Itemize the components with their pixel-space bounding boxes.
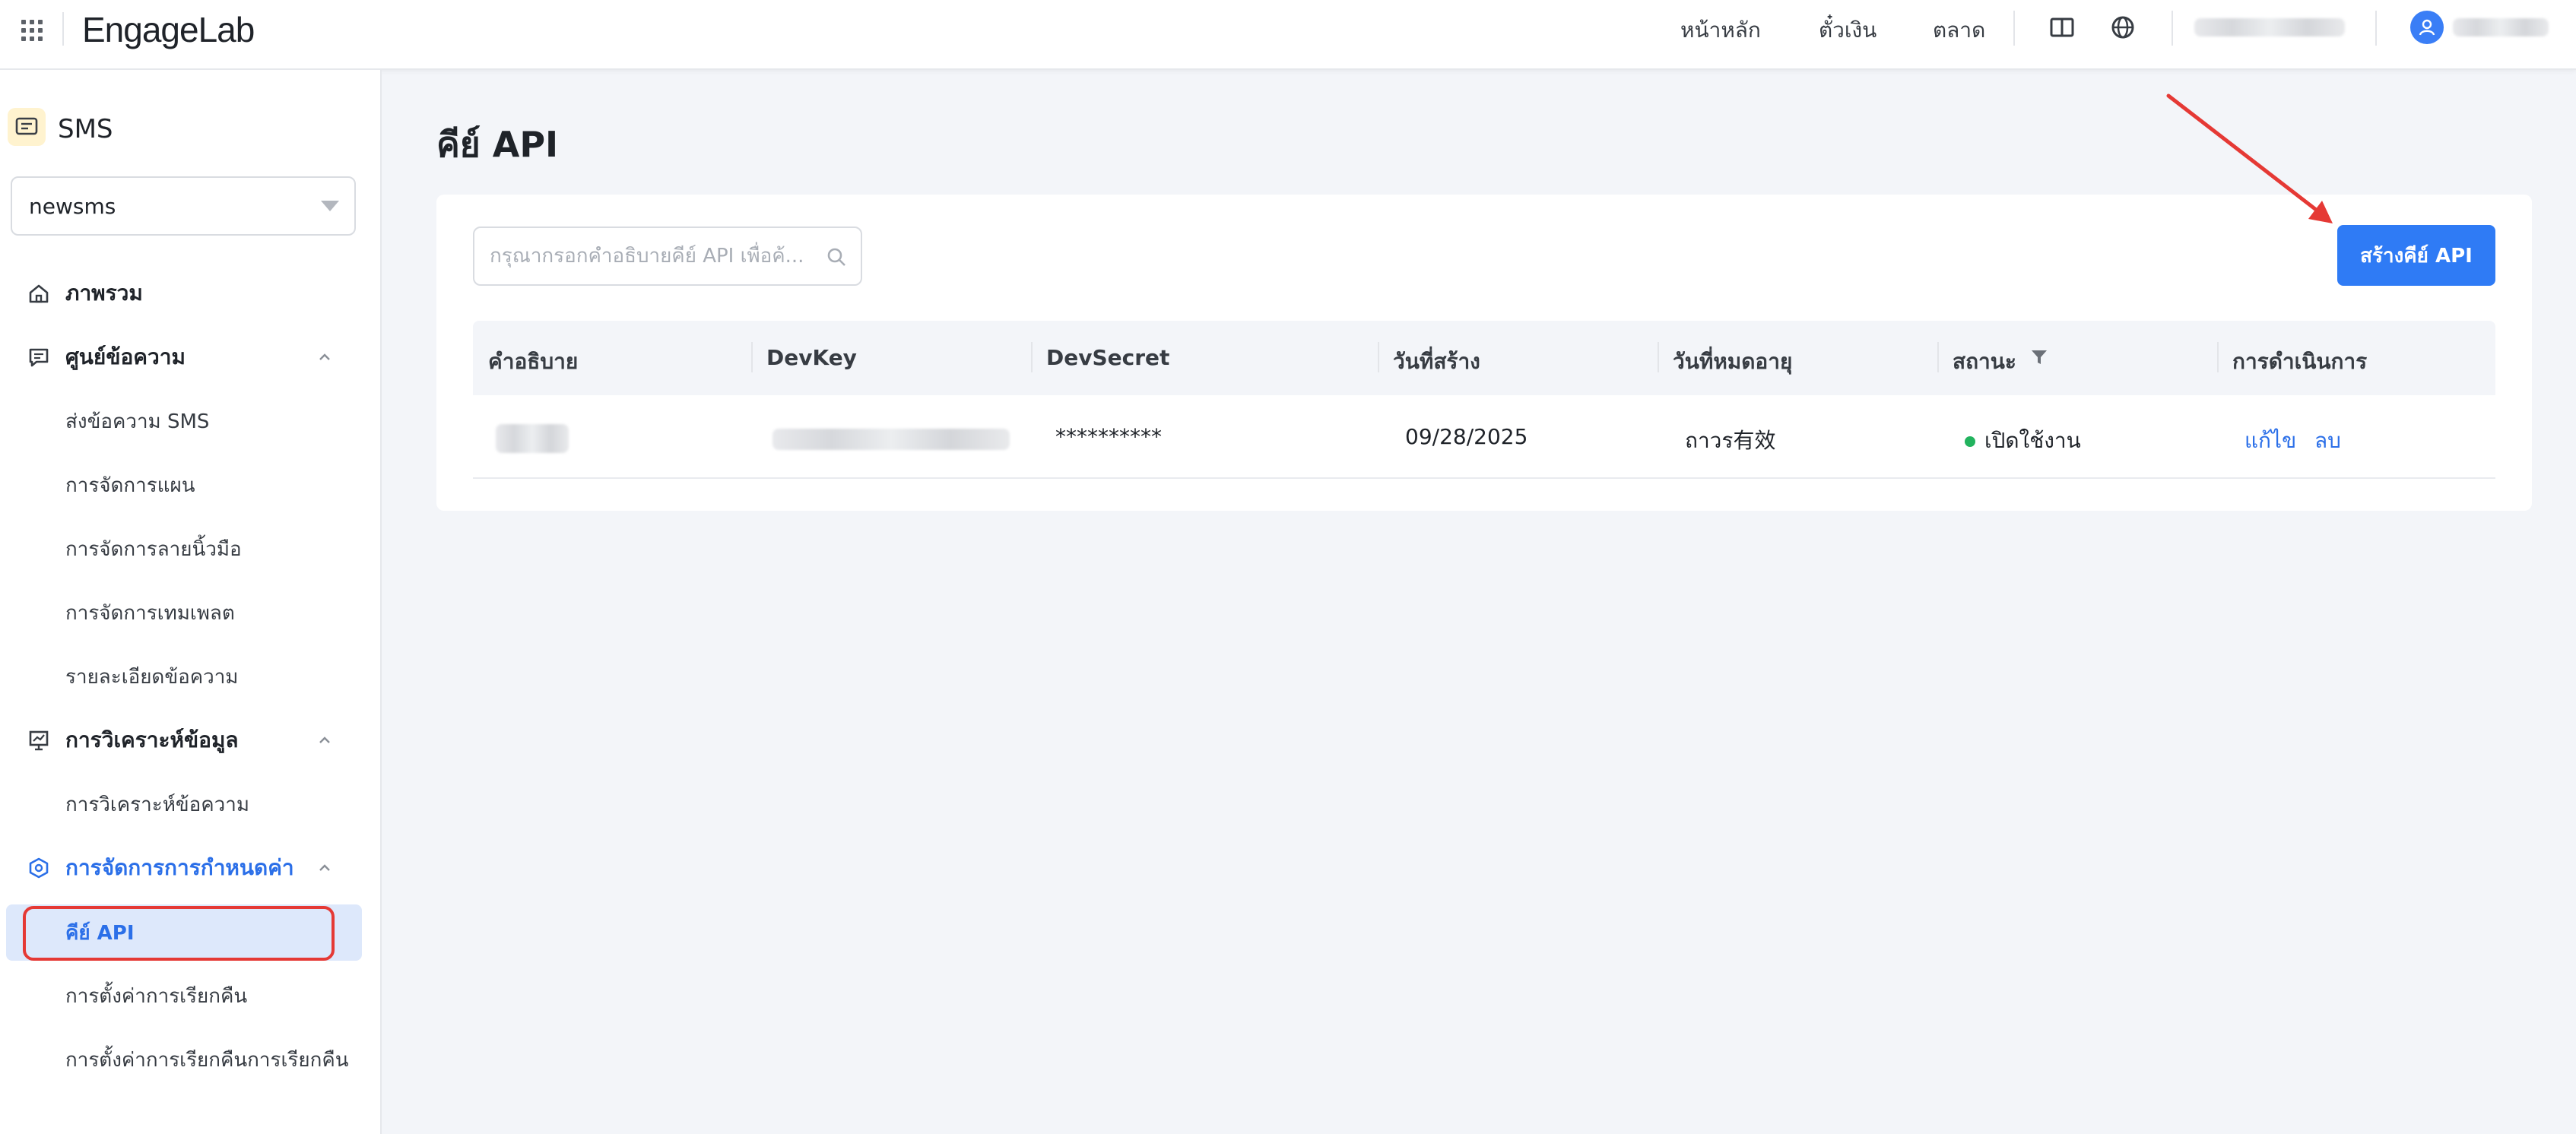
chevron-up-icon bbox=[319, 864, 330, 871]
sidebar-item-label: การตั้งค่าการเรียกคืนการเรียกคืน bbox=[65, 1048, 349, 1072]
column-header-status: สถานะ bbox=[1953, 349, 2016, 374]
globe-icon[interactable] bbox=[2109, 14, 2137, 41]
status-active-dot bbox=[1965, 436, 1975, 447]
sidebar-group-label: การวิเคราะห์ข้อมูล bbox=[65, 727, 239, 752]
blurred-account-info bbox=[2194, 18, 2345, 36]
column-separator bbox=[1658, 342, 1659, 372]
blurred-username bbox=[2453, 18, 2549, 36]
search-input[interactable] bbox=[490, 228, 824, 284]
avatar[interactable] bbox=[2410, 11, 2444, 44]
sidebar-item-plan-management[interactable]: การจัดการแผน bbox=[0, 456, 382, 514]
app-select-value: newsms bbox=[29, 193, 116, 219]
sidebar-group-data-analysis[interactable]: การวิเคราะห์ข้อมูล bbox=[0, 711, 382, 769]
sms-product-icon bbox=[8, 108, 46, 146]
delete-link[interactable]: ลบ bbox=[2314, 424, 2341, 458]
caret-down-icon bbox=[321, 201, 339, 211]
column-separator bbox=[1031, 342, 1033, 372]
sidebar-item-label: การจัดการเทมเพลต bbox=[65, 601, 235, 625]
sidebar-item-message-analysis[interactable]: การวิเคราะห์ข้อความ bbox=[0, 775, 382, 833]
nav-marketplace[interactable]: ตลาด bbox=[1933, 14, 1985, 47]
sidebar: SMS newsms ภาพรวม ศูนย์ข้อความ ส่งข้อควา… bbox=[0, 70, 382, 1134]
engagelab-logo[interactable]: EngageLab bbox=[82, 9, 255, 50]
column-separator bbox=[1937, 342, 1939, 372]
column-separator bbox=[751, 342, 753, 372]
sidebar-item-message-details[interactable]: รายละเอียดข้อความ bbox=[0, 648, 382, 705]
message-icon bbox=[29, 348, 49, 367]
chevron-up-icon bbox=[319, 353, 330, 360]
column-header-created-date: วันที่สร้าง bbox=[1393, 349, 1480, 374]
search-field[interactable] bbox=[473, 226, 862, 286]
nav-billing[interactable]: ตั๋วเงิน bbox=[1819, 14, 1876, 47]
topbar-separator bbox=[2375, 11, 2377, 46]
column-separator bbox=[1378, 342, 1379, 372]
topbar-separator bbox=[2013, 11, 2015, 46]
sidebar-item-signature-management[interactable]: การจัดการลายนิ้วมือ bbox=[0, 520, 382, 578]
blurred-devkey bbox=[772, 429, 1010, 450]
api-key-card: สร้างคีย์ API คำอธิบาย DevKey DevSecret … bbox=[436, 195, 2532, 511]
chart-icon bbox=[29, 730, 49, 751]
sidebar-item-label: การตั้งค่าการเรียกคืน bbox=[65, 984, 248, 1008]
topbar-separator bbox=[2172, 11, 2173, 46]
create-api-key-button[interactable]: สร้างคีย์ API bbox=[2337, 225, 2495, 286]
column-header-expiry-date: วันที่หมดอายุ bbox=[1673, 349, 1793, 374]
search-icon[interactable] bbox=[826, 246, 847, 268]
apps-grid-icon[interactable] bbox=[20, 18, 44, 43]
sidebar-item-label: ส่งข้อความ SMS bbox=[65, 410, 210, 433]
column-header-actions: การดำเนินการ bbox=[2232, 349, 2368, 374]
table-header: คำอธิบาย DevKey DevSecret วันที่สร้าง วั… bbox=[473, 321, 2495, 395]
sidebar-item-callback-settings[interactable]: การตั้งค่าการเรียกคืน bbox=[0, 967, 382, 1025]
chevron-up-icon bbox=[319, 736, 330, 743]
topbar-divider bbox=[62, 12, 64, 46]
sidebar-item-api-keys[interactable]: คีย์ API bbox=[6, 904, 362, 961]
status-badge: เปิดใช้งาน bbox=[1965, 424, 2081, 458]
sidebar-item-label: การวิเคราะห์ข้อความ bbox=[65, 793, 249, 816]
top-bar: EngageLab หน้าหลัก ตั๋วเงิน ตลาด bbox=[0, 0, 2576, 70]
column-header-devsecret: DevSecret bbox=[1046, 345, 1170, 370]
devsecret-value: ********** bbox=[1055, 424, 1162, 449]
sidebar-item-label: การจัดการแผน bbox=[65, 474, 195, 497]
sidebar-item-label: การจัดการลายนิ้วมือ bbox=[65, 537, 242, 561]
sidebar-item-template-management[interactable]: การจัดการเทมเพลต bbox=[0, 584, 382, 641]
sidebar-group-label: ศูนย์ข้อความ bbox=[65, 344, 186, 369]
filter-icon[interactable] bbox=[2030, 348, 2048, 366]
api-key-table: คำอธิบาย DevKey DevSecret วันที่สร้าง วั… bbox=[473, 321, 2495, 479]
column-header-devkey: DevKey bbox=[766, 345, 857, 370]
sidebar-item-label: รายละเอียดข้อความ bbox=[65, 665, 239, 689]
sidebar-item-send-sms[interactable]: ส่งข้อความ SMS bbox=[0, 392, 382, 450]
column-header-description: คำอธิบาย bbox=[488, 349, 579, 374]
page-title: คีย์ API bbox=[436, 124, 559, 165]
sidebar-group-label: การจัดการการกำหนดค่า bbox=[65, 855, 294, 880]
sidebar-group-message-center[interactable]: ศูนย์ข้อความ bbox=[0, 328, 382, 386]
expiry-date-value: ถาวร有效 bbox=[1685, 428, 1776, 453]
table-row: ********** 09/28/2025 ถาวร有效 เปิดใช้งาน … bbox=[473, 395, 2495, 479]
app-select[interactable]: newsms bbox=[11, 176, 356, 236]
column-separator bbox=[2217, 342, 2219, 372]
sidebar-group-overview[interactable]: ภาพรวม bbox=[0, 264, 382, 322]
sidebar-group-configuration[interactable]: การจัดการการกำหนดค่า bbox=[0, 839, 382, 897]
edit-link[interactable]: แก้ไข bbox=[2244, 424, 2296, 458]
book-icon[interactable] bbox=[2048, 14, 2076, 41]
product-title: SMS bbox=[58, 114, 113, 144]
status-text: เปิดใช้งาน bbox=[1984, 428, 2081, 453]
nav-home[interactable]: หน้าหลัก bbox=[1680, 14, 1761, 47]
blurred-description bbox=[496, 424, 569, 453]
created-date-value: 09/28/2025 bbox=[1405, 424, 1528, 449]
settings-hexagon-icon bbox=[29, 857, 49, 879]
sidebar-group-label: ภาพรวม bbox=[65, 280, 143, 306]
sidebar-item-label: คีย์ API bbox=[65, 921, 135, 945]
home-icon bbox=[29, 284, 49, 303]
user-icon bbox=[2419, 19, 2435, 36]
sidebar-item-callback-callback-settings[interactable]: การตั้งค่าการเรียกคืนการเรียกคืน bbox=[0, 1031, 382, 1088]
